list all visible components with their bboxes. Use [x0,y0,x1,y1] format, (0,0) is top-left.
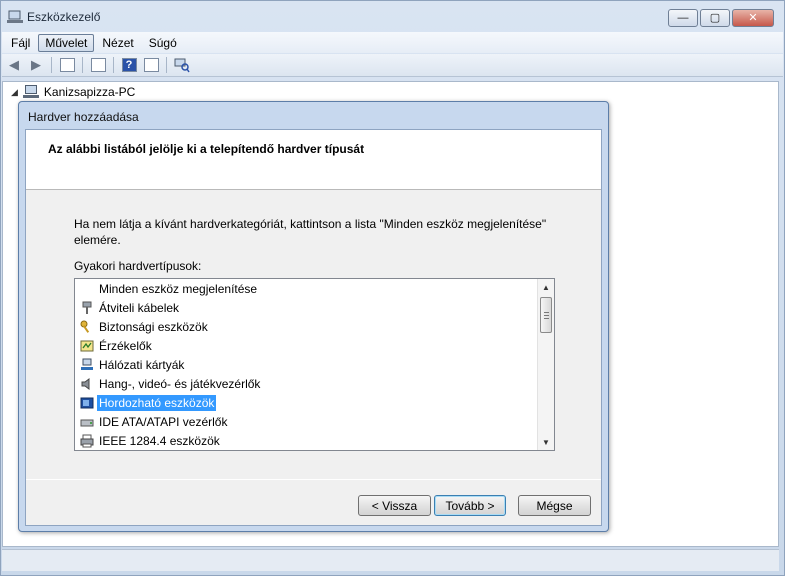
hardware-type-list[interactable]: Minden eszköz megjelenítése Átviteli káb… [74,278,555,451]
footer-divider [26,479,601,480]
action-pane-icon[interactable] [142,56,160,74]
console-tree-icon[interactable] [58,56,76,74]
printer-icon [79,433,95,449]
scroll-down-icon[interactable]: ▼ [538,434,554,450]
drive-icon [79,414,95,430]
scan-hardware-icon[interactable] [173,56,191,74]
tree-expand-icon[interactable]: ◢ [11,87,18,98]
list-item[interactable]: Hálózati kártyák [75,355,537,374]
list-item[interactable]: Minden eszköz megjelenítése [75,279,537,298]
menu-help[interactable]: Súgó [142,34,184,52]
dialog-description: Ha nem látja a kívánt hardverkategóriát,… [74,217,547,247]
menu-action[interactable]: Művelet [38,33,95,52]
toolbar: ◀ ▶ ? [2,54,783,77]
close-button[interactable]: ✕ [732,9,774,27]
toolbar-separator [82,57,83,73]
dialog-body: Az alábbi listából jelölje ki a telepíte… [25,129,602,526]
next-button[interactable]: Tovább > [434,495,506,516]
forward-arrow-icon[interactable]: ▶ [27,56,45,74]
toolbar-separator [51,57,52,73]
properties-icon[interactable] [89,56,107,74]
speaker-icon [79,376,95,392]
device-manager-icon [7,10,23,24]
list-item[interactable]: IDE ATA/ATAPI vezérlők [75,412,537,431]
computer-icon [22,85,40,99]
list-item[interactable]: Érzékelők [75,336,537,355]
tree-root-node[interactable]: ◢ Kanizsapizza-PC [11,85,135,99]
menu-bar: Fájl Művelet Nézet Súgó [2,32,783,53]
list-item-selected[interactable]: Hordozható eszközök [75,393,537,412]
list-scrollbar[interactable]: ▲ ▼ [537,279,554,450]
network-icon [79,357,95,373]
list-item[interactable]: Átviteli kábelek [75,298,537,317]
back-arrow-icon[interactable]: ◀ [5,56,23,74]
portable-device-icon [79,395,95,411]
scroll-up-icon[interactable]: ▲ [538,279,554,295]
dialog-heading: Az alábbi listából jelölje ki a telepíte… [48,142,365,156]
list-item[interactable]: Biztonsági eszközök [75,317,537,336]
back-button[interactable]: < Vissza [358,495,431,516]
window-title: Eszközkezelő [27,10,101,24]
add-hardware-dialog: Hardver hozzáadása Az alábbi listából je… [18,101,609,532]
dialog-title: Hardver hozzáadása [28,110,139,124]
scroll-thumb[interactable] [540,297,552,333]
menu-file[interactable]: Fájl [4,34,37,52]
sensor-icon [79,338,95,354]
tree-root-label: Kanizsapizza-PC [43,85,136,99]
cancel-button[interactable]: Mégse [518,495,591,516]
key-icon [79,319,95,335]
toolbar-separator [113,57,114,73]
menu-view[interactable]: Nézet [95,34,140,52]
help-icon[interactable]: ? [120,56,138,74]
title-bar: Eszközkezelő — ▢ ✕ [1,1,784,33]
blank-icon [79,281,95,297]
dialog-header: Az alábbi listából jelölje ki a telepíte… [26,130,601,190]
list-item[interactable]: Hang-, videó- és játékvezérlők [75,374,537,393]
status-bar [2,549,779,571]
cable-icon [79,300,95,316]
minimize-button[interactable]: — [668,9,698,27]
maximize-button[interactable]: ▢ [700,9,730,27]
list-item[interactable]: IEEE 1284.4 eszközök [75,431,537,450]
hardware-types-label: Gyakori hardvertípusok: [74,259,202,273]
toolbar-separator [166,57,167,73]
